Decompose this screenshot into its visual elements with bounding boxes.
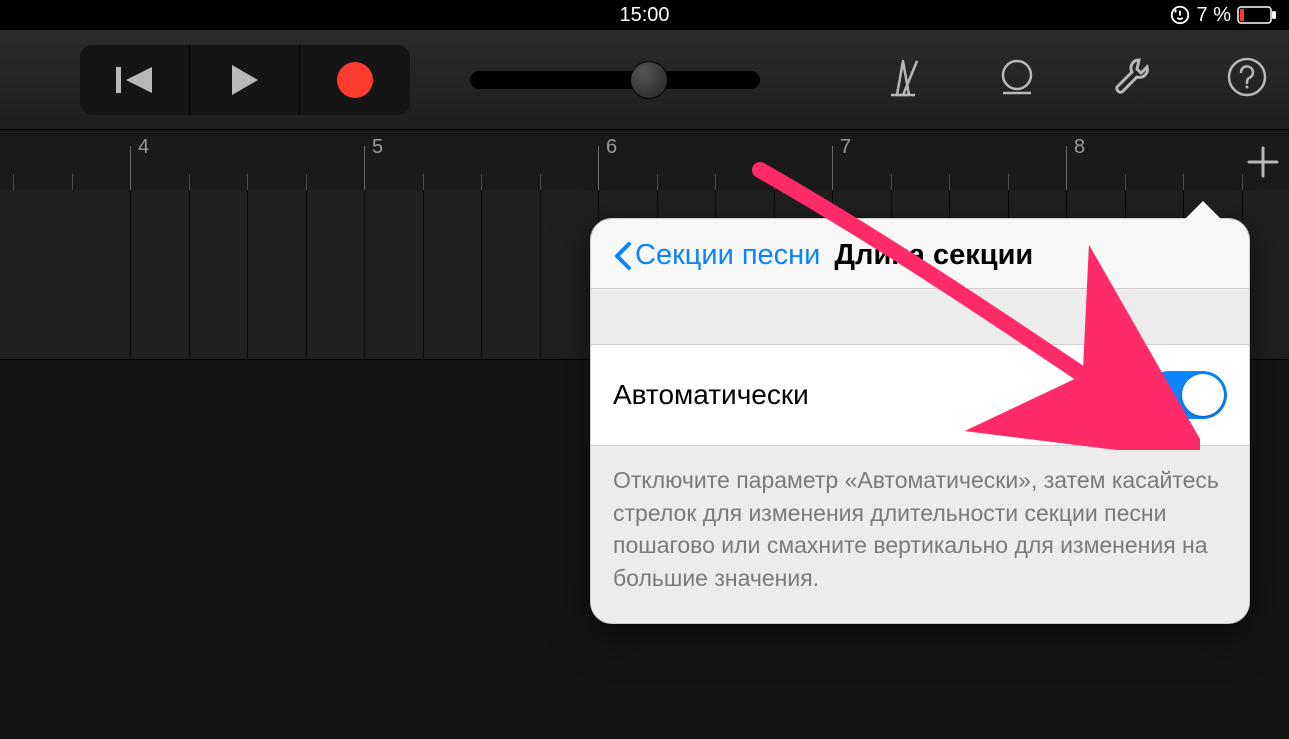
grid-line xyxy=(130,190,131,359)
grid-line xyxy=(423,190,424,359)
automatic-row: Автоматически xyxy=(591,345,1249,446)
ruler-tick-major xyxy=(1066,146,1067,190)
popover-footer-text: Отключите параметр «Автоматически», зате… xyxy=(591,446,1249,623)
ruler-tick-major xyxy=(598,146,599,190)
popover-title: Длина секции xyxy=(834,239,1033,272)
ruler-tick-minor xyxy=(540,174,541,190)
grid-line xyxy=(540,190,541,359)
automatic-label: Автоматически xyxy=(613,379,809,411)
ruler-tick-minor xyxy=(13,174,14,190)
status-right: 7 % xyxy=(1169,4,1277,27)
ruler-tick-minor xyxy=(891,174,892,190)
metronome-icon[interactable] xyxy=(881,55,925,104)
ruler-tick-minor xyxy=(306,174,307,190)
wrench-icon[interactable] xyxy=(1109,54,1155,105)
rewind-button[interactable] xyxy=(80,45,190,115)
ruler-tick-minor xyxy=(657,174,658,190)
ruler-tick-major xyxy=(130,146,131,190)
grid-line xyxy=(247,190,248,359)
ruler-tick-major xyxy=(364,146,365,190)
ruler-label: 5 xyxy=(372,136,383,159)
popover-spacer xyxy=(591,289,1249,345)
grid-line xyxy=(364,190,365,359)
ruler-label: 8 xyxy=(1074,136,1085,159)
battery-percent: 7 % xyxy=(1197,4,1231,27)
transport-controls xyxy=(80,45,410,115)
rotation-lock-icon xyxy=(1169,4,1191,26)
automatic-toggle[interactable] xyxy=(1145,371,1227,419)
ruler-tick-minor xyxy=(1183,174,1184,190)
play-button[interactable] xyxy=(190,45,300,115)
add-section-button[interactable] xyxy=(1243,142,1283,187)
grid-line xyxy=(481,190,482,359)
ruler-label: 7 xyxy=(840,136,851,159)
volume-slider[interactable] xyxy=(470,71,760,89)
section-length-popover: Секции песни Длина секции Автоматически … xyxy=(590,218,1250,624)
back-button[interactable]: Секции песни xyxy=(613,239,820,272)
popover-header: Секции песни Длина секции xyxy=(591,219,1249,289)
ruler-tick-minor xyxy=(247,174,248,190)
loop-icon[interactable] xyxy=(995,55,1039,104)
ruler-tick-major xyxy=(832,146,833,190)
ruler-label: 4 xyxy=(138,136,149,159)
ruler-tick-minor xyxy=(189,174,190,190)
help-icon[interactable] xyxy=(1225,55,1269,104)
ruler-label: 6 xyxy=(606,136,617,159)
back-label: Секции песни xyxy=(635,239,820,272)
ruler-tick-minor xyxy=(72,174,73,190)
ruler-tick-minor xyxy=(774,174,775,190)
battery-icon xyxy=(1237,6,1277,24)
ruler-tick-minor xyxy=(1125,174,1126,190)
record-icon xyxy=(337,62,373,98)
toolbar-right-icons xyxy=(881,54,1269,105)
record-button[interactable] xyxy=(300,45,410,115)
ruler-tick-minor xyxy=(715,174,716,190)
timeline-ruler[interactable]: 4 5 6 7 8 xyxy=(0,130,1289,190)
ruler-tick-minor xyxy=(481,174,482,190)
grid-line xyxy=(189,190,190,359)
status-bar: 15:00 7 % xyxy=(0,0,1289,30)
toolbar xyxy=(0,30,1289,130)
status-time: 15:00 xyxy=(619,4,669,27)
ruler-tick-minor xyxy=(1008,174,1009,190)
ruler-tick-minor xyxy=(949,174,950,190)
grid-line xyxy=(306,190,307,359)
ruler-tick-minor xyxy=(423,174,424,190)
slider-knob[interactable] xyxy=(630,61,668,99)
